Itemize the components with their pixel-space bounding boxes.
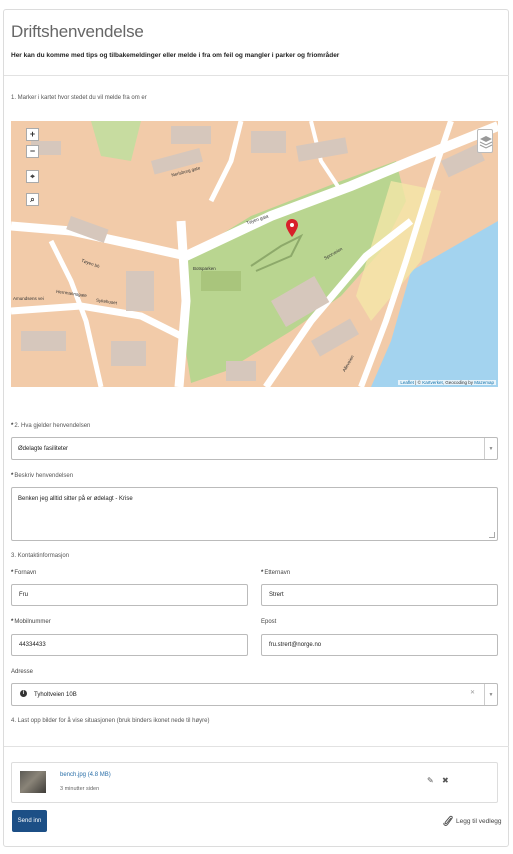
address-select[interactable]: i Tyholtveien 10B ✕ ▼ [11, 683, 498, 706]
email-input[interactable]: fru.strert@norge.no [261, 634, 498, 656]
map-marker-icon[interactable] [286, 219, 298, 237]
attachment-thumbnail[interactable] [20, 771, 46, 793]
attribution-separator: | © [413, 380, 423, 385]
pencil-icon[interactable]: ✎ [427, 776, 434, 785]
leaflet-link[interactable]: Leaflet [400, 380, 414, 385]
firstname-label: Fornavn [11, 570, 36, 576]
chevron-down-icon[interactable]: ▼ [484, 684, 497, 705]
map-section-label: 1. Marker i kartet hvor stedet du vil me… [11, 95, 147, 101]
add-attachment-label: Legg til vedlegg [456, 817, 502, 825]
location-map[interactable]: Nerisburg gate Tøyen gata Botsparken Amu… [11, 121, 498, 387]
info-icon: i [20, 690, 27, 697]
mobile-value: 44334433 [19, 642, 46, 648]
divider [4, 746, 509, 747]
attachment-timestamp: 3 minutter siden [60, 786, 100, 792]
mobile-label: Mobilnummer [11, 619, 50, 625]
paperclip-icon [443, 815, 453, 826]
mobile-input[interactable]: 44334433 [11, 634, 248, 656]
clear-icon[interactable]: ✕ [470, 689, 475, 696]
attribution-text: , Geocoding by [442, 380, 475, 385]
lastname-value: Strert [269, 592, 284, 598]
description-textarea[interactable]: Benken jeg alltid sitter på er ødelagt -… [11, 487, 498, 541]
attachment-filename[interactable]: bench.jpg (4.8 MB) [60, 772, 111, 778]
locate-icon[interactable]: ⌖ [26, 170, 39, 183]
search-icon[interactable]: ⌕ [26, 193, 39, 206]
category-select[interactable]: Ødelagte fasiliteter ▼ [11, 437, 498, 460]
lastname-label: Etternavn [261, 570, 290, 576]
map-tiles [11, 121, 498, 387]
layers-icon [479, 136, 493, 149]
mazemap-link[interactable]: Mazemap [474, 380, 494, 385]
send-button[interactable]: Send inn [12, 810, 47, 832]
firstname-input[interactable]: Fru [11, 584, 248, 606]
description-value: Benken jeg alltid sitter på er ødelagt -… [18, 496, 133, 502]
address-value: Tyholtveien 10B [34, 691, 77, 698]
street-label: Botsparken [193, 266, 216, 271]
description-label: Beskriv henvendelsen [11, 473, 73, 479]
kartverket-link[interactable]: Kartverket [422, 380, 443, 385]
zoom-in-button[interactable]: + [26, 128, 39, 141]
delete-icon[interactable]: ✖ [442, 776, 449, 785]
divider [4, 75, 509, 76]
map-attribution: Leaflet | © Kartverket, Geocoding by Maz… [398, 380, 496, 385]
street-label: Amundsens vei [13, 296, 44, 301]
zoom-out-button[interactable]: − [26, 145, 39, 158]
upload-section-label: 4. Last opp bilder for å vise situasjone… [11, 718, 210, 724]
chevron-down-icon: ▼ [484, 438, 497, 459]
add-attachment-button[interactable]: Legg til vedlegg [443, 815, 502, 827]
attachment-item: bench.jpg (4.8 MB) 3 minutter siden ✎ ✖ [11, 762, 498, 803]
page-title: Driftshenvendelse [11, 22, 144, 41]
lastname-input[interactable]: Strert [261, 584, 498, 606]
address-label: Adresse [11, 669, 34, 675]
category-label: 2. Hva gjelder henvendelsen [11, 423, 90, 429]
resize-handle-icon[interactable] [489, 532, 495, 538]
page-subtitle: Her kan du komme med tips og tilbakemeld… [11, 52, 340, 59]
contact-section-label: 3. Kontaktinformasjon [11, 553, 70, 559]
email-value: fru.strert@norge.no [269, 642, 322, 648]
layers-button[interactable] [477, 129, 493, 153]
email-label: Epost [261, 619, 277, 625]
firstname-value: Fru [19, 592, 28, 598]
category-value: Ødelagte fasiliteter [18, 445, 69, 452]
